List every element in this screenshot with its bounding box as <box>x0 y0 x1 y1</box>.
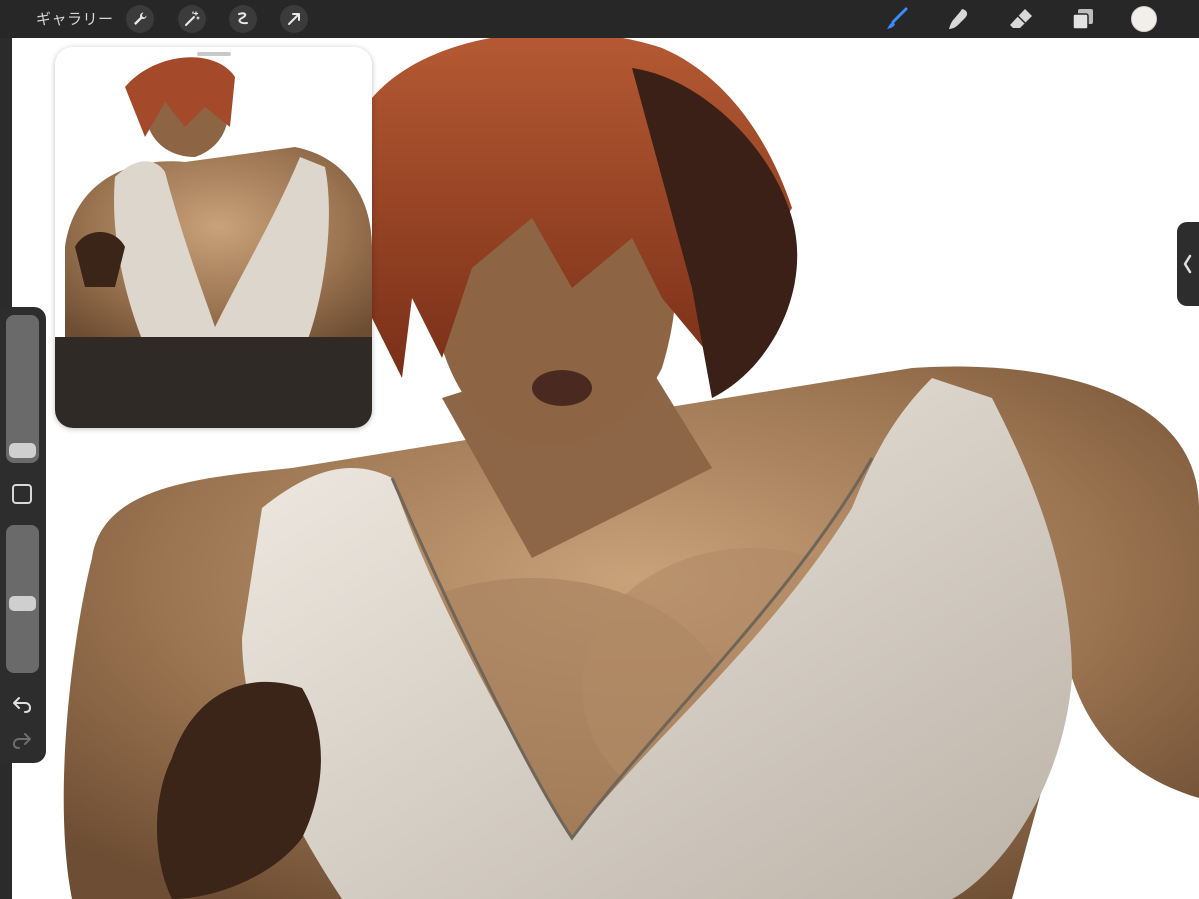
opacity-slider[interactable] <box>6 525 39 673</box>
left-sidebar <box>0 307 46 763</box>
layers-button[interactable] <box>1070 6 1096 32</box>
smudge-tool-button[interactable] <box>946 6 972 32</box>
brush-icon <box>887 7 908 29</box>
layers-icon <box>1072 9 1093 30</box>
redo-icon[interactable] <box>11 729 33 751</box>
opacity-slider-thumb[interactable] <box>9 596 36 611</box>
chevron-left-icon <box>1183 254 1192 274</box>
actions-button[interactable] <box>126 5 154 33</box>
eraser-tool-button[interactable] <box>1008 6 1034 32</box>
transform-arrow-icon <box>288 13 300 25</box>
side-panel-handle[interactable] <box>1177 222 1199 306</box>
top-toolbar: ギャラリー <box>0 0 1199 38</box>
undo-icon[interactable] <box>11 693 33 715</box>
brush-tool-button[interactable] <box>884 6 910 32</box>
selection-icon <box>238 12 248 25</box>
wrench-icon <box>134 12 147 25</box>
color-picker-button[interactable] <box>1131 6 1157 32</box>
transform-button[interactable] <box>280 5 308 33</box>
magic-wand-icon <box>185 11 200 26</box>
brush-size-slider[interactable] <box>6 315 39 463</box>
reference-image <box>55 47 372 428</box>
selection-button[interactable] <box>229 5 257 33</box>
reference-window-handle[interactable] <box>197 52 231 56</box>
brush-size-slider-thumb[interactable] <box>9 443 36 458</box>
adjustments-button[interactable] <box>178 5 206 33</box>
gallery-button[interactable]: ギャラリー <box>36 9 114 29</box>
reference-window[interactable] <box>55 47 372 428</box>
smudge-icon <box>949 9 968 29</box>
eraser-icon <box>1010 9 1032 28</box>
modify-button[interactable] <box>12 484 32 504</box>
